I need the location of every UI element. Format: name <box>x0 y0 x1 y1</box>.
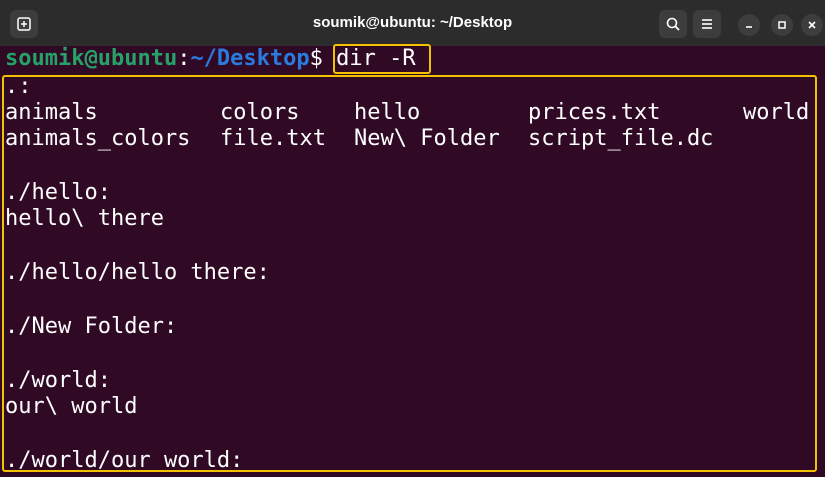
menu-icon <box>702 19 712 29</box>
close-button[interactable] <box>801 14 823 36</box>
output-highlight-box <box>2 75 817 472</box>
prompt-symbol: $ <box>309 46 323 71</box>
search-button[interactable] <box>659 10 687 38</box>
prompt-user: soumik@ubuntu <box>5 46 178 71</box>
maximize-button[interactable] <box>771 14 793 36</box>
close-icon <box>808 21 816 29</box>
search-icon <box>666 17 680 31</box>
menu-button[interactable] <box>693 10 721 38</box>
maximize-icon <box>778 21 786 29</box>
command-highlight-box <box>333 44 431 74</box>
prompt-separator: : <box>177 46 191 71</box>
prompt-path: ~/Desktop <box>190 46 310 71</box>
minimize-icon <box>746 26 752 28</box>
title-bar: soumik@ubuntu: ~/Desktop <box>0 0 825 46</box>
minimize-button[interactable] <box>738 14 760 36</box>
